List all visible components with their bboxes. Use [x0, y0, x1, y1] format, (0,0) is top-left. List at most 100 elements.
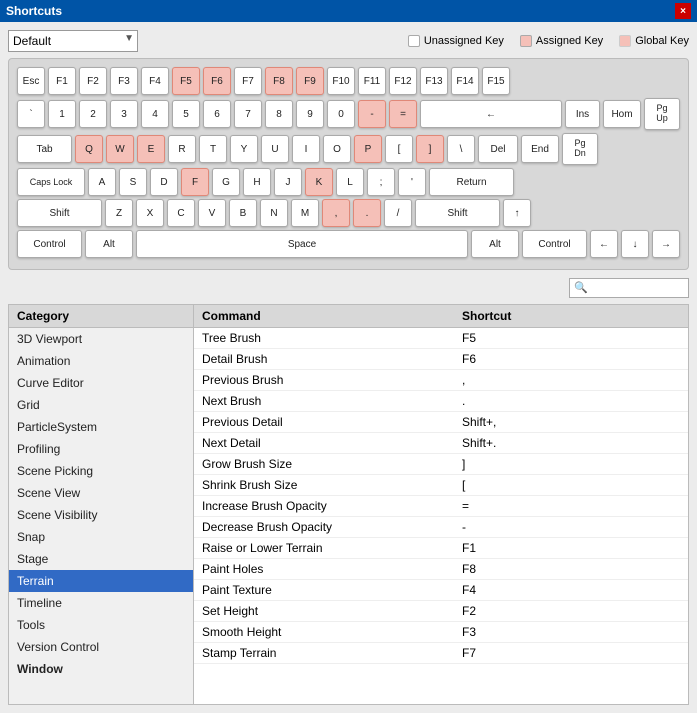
- close-button[interactable]: ×: [675, 3, 691, 19]
- sidebar-item-timeline[interactable]: Timeline: [9, 592, 193, 614]
- key-comma[interactable]: ,: [322, 199, 350, 227]
- key-space[interactable]: Space: [136, 230, 468, 258]
- key-f14[interactable]: F14: [451, 67, 479, 95]
- key-f13[interactable]: F13: [420, 67, 448, 95]
- key-s[interactable]: S: [119, 168, 147, 196]
- key-shift-l[interactable]: Shift: [17, 199, 102, 227]
- command-row[interactable]: Increase Brush Opacity=: [194, 496, 688, 517]
- key-tab[interactable]: Tab: [17, 135, 72, 163]
- key-return[interactable]: Return: [429, 168, 514, 196]
- sidebar-item-window[interactable]: Window: [9, 658, 193, 680]
- command-row[interactable]: Set HeightF2: [194, 601, 688, 622]
- key-f1[interactable]: F1: [48, 67, 76, 95]
- key-f4[interactable]: F4: [141, 67, 169, 95]
- key-f3[interactable]: F3: [110, 67, 138, 95]
- command-row[interactable]: Shrink Brush Size[: [194, 475, 688, 496]
- key-h[interactable]: H: [243, 168, 271, 196]
- sidebar-item-scene-view[interactable]: Scene View: [9, 482, 193, 504]
- key-del[interactable]: Del: [478, 135, 518, 163]
- key-f15[interactable]: F15: [482, 67, 510, 95]
- key-hom[interactable]: Hom: [603, 100, 641, 128]
- key-f9[interactable]: F9: [296, 67, 324, 95]
- key-equals[interactable]: =: [389, 100, 417, 128]
- sidebar-item-curve-editor[interactable]: Curve Editor: [9, 372, 193, 394]
- key-q[interactable]: Q: [75, 135, 103, 163]
- key-0[interactable]: 0: [327, 100, 355, 128]
- key-4[interactable]: 4: [141, 100, 169, 128]
- key-backslash[interactable]: \: [447, 135, 475, 163]
- command-row[interactable]: Paint TextureF4: [194, 580, 688, 601]
- key-v[interactable]: V: [198, 199, 226, 227]
- sidebar-item-scene-visibility[interactable]: Scene Visibility: [9, 504, 193, 526]
- key-semicolon[interactable]: ;: [367, 168, 395, 196]
- key-f11[interactable]: F11: [358, 67, 386, 95]
- sidebar-item-version-control[interactable]: Version Control: [9, 636, 193, 658]
- key-e[interactable]: E: [137, 135, 165, 163]
- key-backspace[interactable]: ←: [420, 100, 562, 128]
- key-x[interactable]: X: [136, 199, 164, 227]
- key-f7[interactable]: F7: [234, 67, 262, 95]
- command-row[interactable]: Raise or Lower TerrainF1: [194, 538, 688, 559]
- sidebar-item-profiling[interactable]: Profiling: [9, 438, 193, 460]
- key-slash[interactable]: /: [384, 199, 412, 227]
- key-capslock[interactable]: Caps Lock: [17, 168, 85, 196]
- command-row[interactable]: Next DetailShift+.: [194, 433, 688, 454]
- sidebar-item-scene-picking[interactable]: Scene Picking: [9, 460, 193, 482]
- key-9[interactable]: 9: [296, 100, 324, 128]
- key-lbracket[interactable]: [: [385, 135, 413, 163]
- key-pgup[interactable]: PgUp: [644, 98, 680, 130]
- key-1[interactable]: 1: [48, 100, 76, 128]
- key-r[interactable]: R: [168, 135, 196, 163]
- sidebar-item-terrain[interactable]: Terrain: [9, 570, 193, 592]
- key-d[interactable]: D: [150, 168, 178, 196]
- key-8[interactable]: 8: [265, 100, 293, 128]
- key-f6[interactable]: F6: [203, 67, 231, 95]
- command-row[interactable]: Grow Brush Size]: [194, 454, 688, 475]
- key-u[interactable]: U: [261, 135, 289, 163]
- key-left[interactable]: ←: [590, 230, 618, 258]
- key-rbracket[interactable]: ]: [416, 135, 444, 163]
- sidebar-item-particle-system[interactable]: ParticleSystem: [9, 416, 193, 438]
- key-down[interactable]: ↓: [621, 230, 649, 258]
- key-m[interactable]: M: [291, 199, 319, 227]
- key-ins[interactable]: Ins: [565, 100, 600, 128]
- command-row[interactable]: Paint HolesF8: [194, 559, 688, 580]
- command-row[interactable]: Detail BrushF6: [194, 349, 688, 370]
- key-t[interactable]: T: [199, 135, 227, 163]
- key-p[interactable]: P: [354, 135, 382, 163]
- key-j[interactable]: J: [274, 168, 302, 196]
- sidebar-item-grid[interactable]: Grid: [9, 394, 193, 416]
- key-f2[interactable]: F2: [79, 67, 107, 95]
- key-6[interactable]: 6: [203, 100, 231, 128]
- command-row[interactable]: Smooth HeightF3: [194, 622, 688, 643]
- key-alt-r[interactable]: Alt: [471, 230, 519, 258]
- key-shift-r[interactable]: Shift: [415, 199, 500, 227]
- key-minus[interactable]: -: [358, 100, 386, 128]
- search-input[interactable]: [569, 278, 689, 298]
- profile-dropdown[interactable]: Default: [8, 30, 138, 52]
- key-backtick[interactable]: `: [17, 100, 45, 128]
- command-row[interactable]: Tree BrushF5: [194, 328, 688, 349]
- sidebar-item-3d-viewport[interactable]: 3D Viewport: [9, 328, 193, 350]
- command-row[interactable]: Stamp TerrainF7: [194, 643, 688, 664]
- key-f[interactable]: F: [181, 168, 209, 196]
- key-up[interactable]: ↑: [503, 199, 531, 227]
- command-row[interactable]: Previous DetailShift+,: [194, 412, 688, 433]
- key-esc[interactable]: Esc: [17, 67, 45, 95]
- command-row[interactable]: Decrease Brush Opacity-: [194, 517, 688, 538]
- key-b[interactable]: B: [229, 199, 257, 227]
- key-i[interactable]: I: [292, 135, 320, 163]
- key-f12[interactable]: F12: [389, 67, 417, 95]
- key-y[interactable]: Y: [230, 135, 258, 163]
- command-row[interactable]: Next Brush.: [194, 391, 688, 412]
- command-row[interactable]: Previous Brush,: [194, 370, 688, 391]
- key-2[interactable]: 2: [79, 100, 107, 128]
- key-n[interactable]: N: [260, 199, 288, 227]
- key-right[interactable]: →: [652, 230, 680, 258]
- key-l[interactable]: L: [336, 168, 364, 196]
- sidebar-item-stage[interactable]: Stage: [9, 548, 193, 570]
- key-ctrl-r[interactable]: Control: [522, 230, 587, 258]
- key-o[interactable]: O: [323, 135, 351, 163]
- key-pgdn[interactable]: PgDn: [562, 133, 598, 165]
- key-w[interactable]: W: [106, 135, 134, 163]
